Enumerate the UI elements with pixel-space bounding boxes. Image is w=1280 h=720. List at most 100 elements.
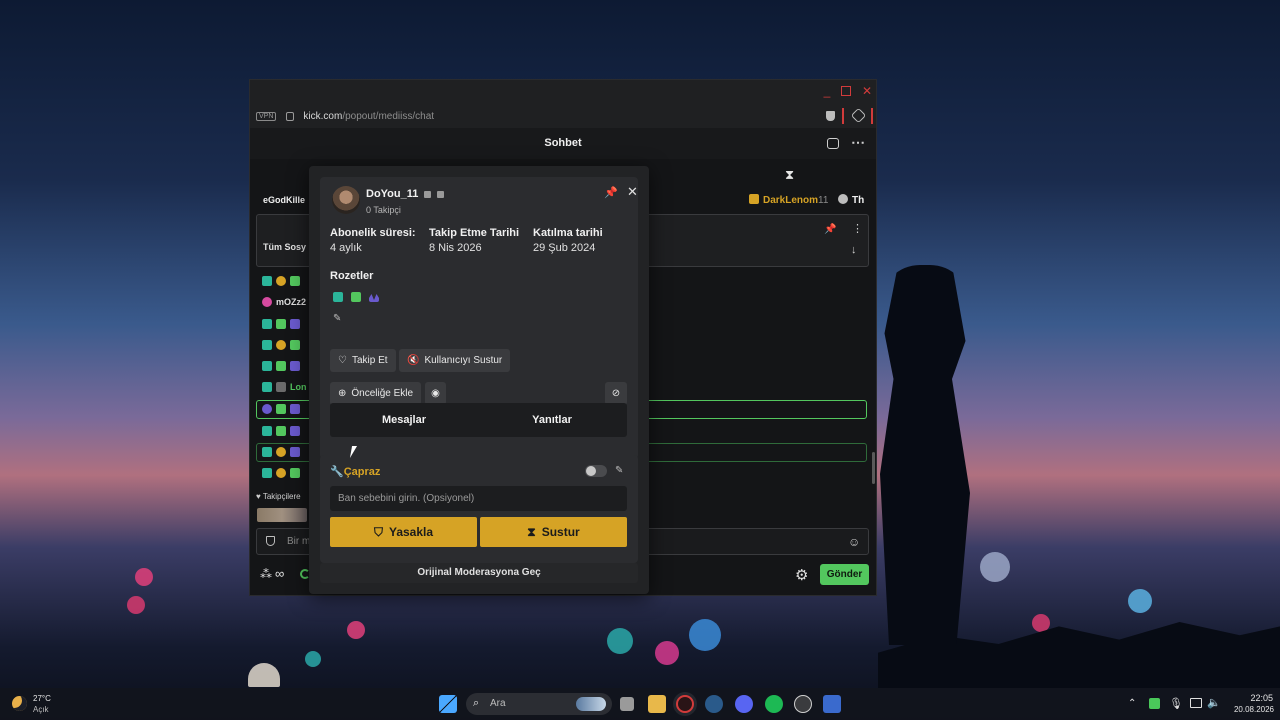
address-bar[interactable]: VPN kick.com/popout/mediiss/chat	[250, 104, 876, 128]
arrow-down-icon[interactable]: ↓	[851, 244, 857, 256]
search-highlight-icon	[576, 697, 606, 711]
heart-icon: ♡	[338, 355, 347, 366]
clock-time[interactable]: 22:05	[1243, 693, 1273, 703]
timeout-button[interactable]: ⧗ Sustur	[480, 517, 627, 547]
edit-icon[interactable]: ✎	[615, 465, 623, 476]
chat-username[interactable]: mOZz2	[276, 297, 306, 307]
shield-icon	[266, 536, 275, 546]
chat-username[interactable]: Lon	[290, 382, 307, 392]
security-tray-icon[interactable]	[1149, 698, 1160, 709]
tab-messages[interactable]: Mesajlar	[330, 403, 478, 437]
stat-value: 4 aylık	[330, 242, 362, 254]
badge-list	[333, 292, 379, 302]
badge-icon	[424, 190, 432, 198]
emoji-icon[interactable]: ☺	[848, 535, 860, 549]
settings-gear-icon[interactable]: ⚙	[795, 566, 808, 584]
extensions-icon[interactable]	[850, 107, 867, 124]
shield-icon: ⛉	[373, 524, 383, 539]
shield-icon[interactable]	[826, 111, 835, 121]
url-text[interactable]: kick.com/popout/mediiss/chat	[303, 111, 434, 122]
bokeh-light	[689, 619, 721, 651]
badges-heading: Rozetler	[330, 270, 374, 282]
pinned-message-text: Tüm Sosy	[263, 242, 307, 252]
app-icon[interactable]	[823, 695, 841, 713]
more-icon[interactable]: ⋯	[851, 128, 865, 156]
stat-value: 29 Şub 2024	[533, 242, 596, 254]
ban-reason-input[interactable]: Ban sebebini girin. (Opsiyonel)	[330, 486, 627, 511]
pinned-username[interactable]: eGodKille	[263, 195, 305, 205]
preset-label[interactable]: 🔧Çapraz	[330, 465, 380, 478]
infinity-icon[interactable]: ∞	[275, 566, 284, 581]
bokeh-light	[1032, 614, 1050, 632]
divider	[871, 108, 873, 124]
followers-only-notice: ♥ Takipçilere	[256, 492, 301, 501]
stat-value: 8 Nis 2026	[429, 242, 482, 254]
taskbar-search[interactable]: ⌕ Ara	[466, 693, 612, 715]
pinned-username[interactable]: Th	[852, 195, 864, 206]
connect-icon[interactable]: ⁂	[260, 567, 272, 581]
pinned-username[interactable]: DarkLenom	[763, 195, 818, 206]
spotify-icon[interactable]	[765, 695, 783, 713]
chat-header: Sohbet ⋯	[250, 128, 876, 159]
badge	[838, 194, 848, 204]
stat-label: Abonelik süresi:	[330, 227, 416, 239]
file-explorer-icon[interactable]	[648, 695, 666, 713]
toggle-knob	[586, 466, 596, 476]
chat-line	[262, 425, 300, 437]
emote-strip[interactable]	[257, 508, 307, 522]
hourglass-icon: ⧗	[785, 167, 795, 182]
more-vertical-icon[interactable]: ⋮	[852, 222, 863, 235]
lock-icon	[286, 111, 295, 121]
task-view-icon[interactable]	[620, 697, 634, 711]
minimize-icon[interactable]: _	[820, 84, 834, 98]
close-icon[interactable]: ✕	[627, 184, 638, 200]
chat-line	[262, 318, 300, 330]
moon-weather-icon[interactable]	[12, 696, 27, 711]
add-priority-button[interactable]: ⊕ Önceliğe Ekle	[330, 382, 422, 405]
close-icon[interactable]: ✕	[860, 84, 874, 98]
follow-button[interactable]: ♡ Takip Et	[330, 349, 396, 372]
display-icon[interactable]	[1190, 698, 1202, 708]
username[interactable]: DoYou_11	[366, 188, 445, 200]
mute-user-button[interactable]: 🔇 Kullanıcıyı Sustur	[399, 349, 511, 372]
ban-button[interactable]: ⛉ Yasakla	[330, 517, 477, 547]
subscriber-badge-icon[interactable]	[333, 292, 343, 302]
view-button[interactable]: ◉	[425, 382, 446, 405]
users-icon[interactable]	[827, 138, 839, 149]
sub-badge	[749, 194, 759, 204]
steam-icon[interactable]	[705, 695, 723, 713]
wave-badge-icon[interactable]	[369, 294, 379, 302]
discord-icon[interactable]	[735, 695, 753, 713]
vpn-badge[interactable]: VPN	[256, 111, 277, 121]
weather-temp[interactable]: 27°C	[33, 694, 51, 703]
maximize-icon[interactable]	[841, 86, 851, 96]
windows-start-icon[interactable]	[439, 695, 457, 713]
username-text: DoYou_11	[366, 188, 419, 200]
bokeh-light	[607, 628, 633, 654]
bokeh-light	[980, 552, 1010, 582]
chat-title: Sohbet	[544, 137, 582, 149]
preset-toggle[interactable]	[585, 465, 607, 477]
original-moderation-button[interactable]: Orijinal Moderasyona Geç	[320, 563, 638, 583]
pin-icon[interactable]: 📌	[824, 224, 836, 235]
weather-desc[interactable]: Açık	[33, 705, 49, 714]
tab-replies[interactable]: Yanıtlar	[478, 403, 626, 437]
clock-date[interactable]: 20.08.2026	[1220, 705, 1274, 714]
edit-icon[interactable]: ✎	[333, 313, 341, 324]
microphone-icon[interactable]: 🎙	[1169, 697, 1183, 710]
chat-line	[262, 360, 300, 372]
gift-badge-icon[interactable]	[351, 292, 361, 302]
scrollbar-thumb[interactable]	[872, 452, 875, 484]
hourglass-icon: ⧗	[527, 524, 536, 539]
pin-icon[interactable]: 📌	[604, 186, 618, 199]
opera-browser-icon[interactable]	[676, 695, 694, 713]
block-button[interactable]: ⊘	[605, 382, 627, 405]
volume-icon[interactable]: 🔈	[1207, 696, 1221, 709]
bokeh-light	[1128, 589, 1152, 613]
chevron-up-icon[interactable]: ⌃	[1128, 698, 1136, 709]
obs-icon[interactable]	[794, 695, 812, 713]
title-bar: _ ✕	[250, 80, 876, 104]
avatar[interactable]	[332, 186, 360, 214]
send-button[interactable]: Gönder	[820, 564, 869, 585]
chat-line	[262, 275, 300, 287]
